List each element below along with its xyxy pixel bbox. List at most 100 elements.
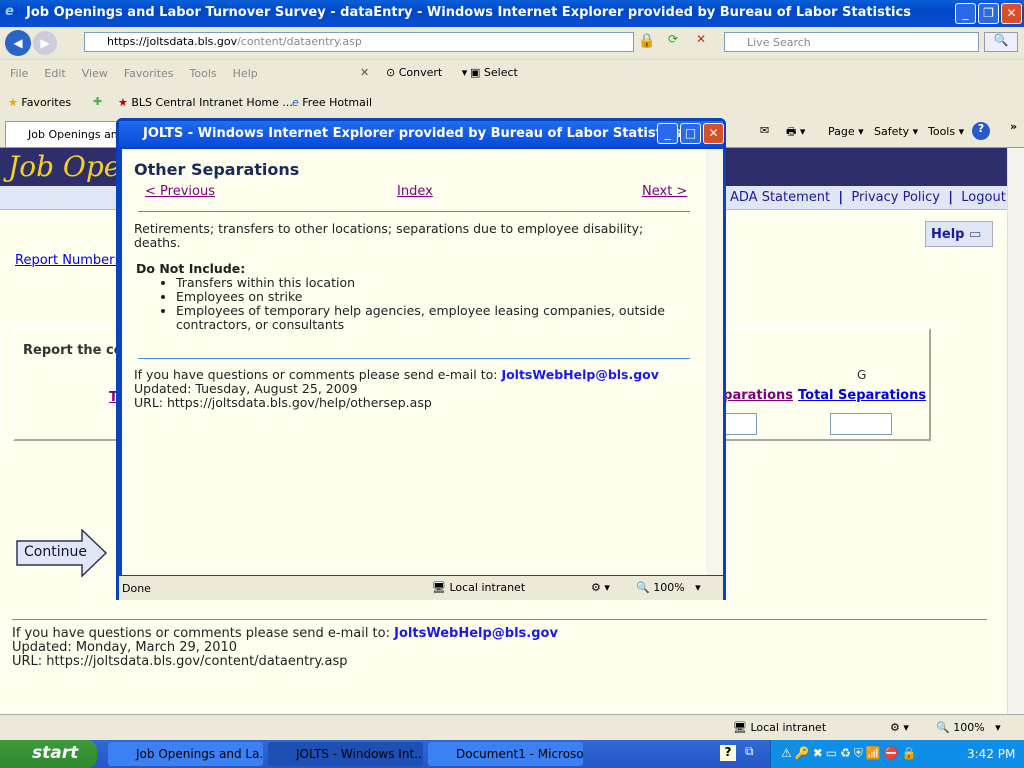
ie-icon: e	[5, 4, 14, 19]
favorite-label: Free Hotmail	[302, 96, 373, 109]
tray-icons[interactable]: ⚠🔑✖▭♻⛨📶⛔🔒	[781, 746, 920, 761]
nav-logout[interactable]: Logout	[961, 190, 1006, 205]
zoom-control[interactable]: 🔍 100% ▾	[936, 721, 1001, 734]
start-label: start	[32, 743, 79, 763]
page-footer: If you have questions or comments please…	[12, 627, 558, 669]
popup-close-button[interactable]: ✕	[703, 123, 724, 144]
page-menu[interactable]: Page ▾	[828, 125, 864, 138]
report-heading: Report the co	[23, 343, 123, 358]
print-button[interactable]: 🖶 ▾	[786, 123, 805, 142]
taskbar-item-job-openings[interactable]: Job Openings and La...	[108, 742, 263, 766]
menu-favorites[interactable]: Favorites	[124, 67, 174, 80]
footer-email-link[interactable]: JoltsWebHelp@bls.gov	[394, 626, 558, 641]
popup-email-link[interactable]: JoltsWebHelp@bls.gov	[501, 367, 658, 382]
popup-protected-mode-icon[interactable]: ⚙ ▾	[591, 581, 610, 594]
chevron-more-icon[interactable]: »	[1010, 120, 1017, 133]
popup-scrollbar[interactable]	[706, 149, 723, 575]
popup-minimize-button[interactable]: _	[657, 123, 678, 144]
select-label: Select	[483, 66, 518, 79]
search-button[interactable]: 🔍	[984, 32, 1018, 52]
select-button[interactable]: ▣ Select	[470, 66, 534, 79]
star-icon: ★	[8, 96, 18, 109]
favorites-bar: ★ Favorites ✚ ★ BLS Central Intranet Hom…	[0, 88, 1024, 118]
previous-link[interactable]: < Previous	[145, 184, 215, 199]
popup-zone-indicator: 🖥 Local intranet	[432, 581, 526, 594]
menu-help[interactable]: Help	[233, 67, 258, 80]
report-number-link[interactable]: Report Number:	[15, 253, 119, 268]
clock: 3:42 PM	[967, 747, 1016, 761]
help-tray-icon[interactable]: ?	[720, 745, 736, 761]
forward-button[interactable]: ▶	[33, 31, 57, 55]
favorites-label: Favorites	[21, 96, 72, 109]
menu-file[interactable]: File	[10, 67, 28, 80]
popup-footer-url: URL: https://joltsdata.bls.gov/help/othe…	[134, 395, 432, 410]
minimize-button[interactable]: _	[955, 3, 976, 24]
popup-title: JOLTS - Windows Internet Explorer provid…	[143, 126, 682, 141]
next-link[interactable]: Next >	[642, 184, 687, 199]
divider	[12, 619, 987, 620]
nav-ada-statement[interactable]: ADA Statement	[730, 190, 830, 205]
popup-window: JOLTS - Windows Internet Explorer provid…	[116, 118, 726, 600]
footer-updated: Updated: Monday, March 29, 2010	[12, 640, 238, 655]
safety-menu[interactable]: Safety ▾	[874, 125, 918, 138]
taskbar-item-document1[interactable]: Document1 - Microsof...	[428, 742, 583, 766]
total-separations-link[interactable]: Total Separations	[798, 388, 926, 403]
task-label: Job Openings and La...	[136, 747, 263, 761]
popup-footer: If you have questions or comments please…	[134, 368, 659, 410]
zoom-label: 100%	[953, 721, 985, 734]
nav-privacy-policy[interactable]: Privacy Policy	[851, 190, 940, 205]
start-button[interactable]: start	[0, 740, 97, 768]
system-tray: ⚠🔑✖▭♻⛨📶⛔🔒 3:42 PM	[770, 740, 1024, 768]
convert-button[interactable]: ⊙ Convert ▾	[386, 66, 467, 79]
popup-maximize-button[interactable]: □	[680, 123, 701, 144]
popup-footer-question: If you have questions or comments please…	[134, 367, 498, 382]
popup-heading: Other Separations	[134, 160, 300, 179]
menu-view[interactable]: View	[82, 67, 108, 80]
favorite-link-bls[interactable]: ★ BLS Central Intranet Home ...	[118, 96, 293, 109]
menu-edit[interactable]: Edit	[44, 67, 65, 80]
maximize-button[interactable]: ❐	[978, 3, 999, 24]
task-label: Document1 - Microsof...	[456, 747, 583, 761]
menu-bar: File Edit View Favorites Tools Help ✕ ⊙ Conve…	[0, 59, 1024, 87]
continue-button[interactable]: Continue	[16, 528, 108, 578]
task-label: JOLTS - Windows Int...	[296, 747, 423, 761]
favorite-link-hotmail[interactable]: e Free Hotmail	[292, 96, 372, 109]
stop-button[interactable]: ✕	[696, 32, 716, 52]
status-bar: 🖥 Local intranet ⚙ ▾ 🔍 100% ▾	[0, 714, 1024, 740]
index-link[interactable]: Index	[397, 184, 433, 199]
popup-status-bar: Done 🖥 Local intranet ⚙ ▾ 🔍 100% ▾	[119, 576, 723, 600]
help-button[interactable]: Help ▭	[925, 221, 993, 247]
definition-text: Retirements; transfers to other location…	[134, 221, 644, 250]
popup-zoom-label: 100%	[653, 581, 685, 594]
window-title-bar: e Job Openings and Labor Turnover Survey…	[0, 0, 1024, 27]
tools-menu-label: Tools	[928, 125, 956, 138]
protected-mode-icon[interactable]: ⚙ ▾	[890, 721, 909, 734]
exclude-label: Do Not Include:	[136, 261, 246, 276]
favorites-button[interactable]: ★ Favorites	[8, 96, 71, 109]
menu-tools[interactable]: Tools	[190, 67, 217, 80]
footer-url: URL: https://joltsdata.bls.gov/content/d…	[12, 654, 348, 669]
add-favorite-icon[interactable]: ✚	[93, 95, 102, 108]
page-menu-label: Page	[828, 125, 855, 138]
close-button[interactable]: ✕	[1001, 3, 1022, 24]
popup-zoom-control[interactable]: 🔍 100% ▾	[636, 581, 701, 594]
help-icon[interactable]: ?	[972, 122, 990, 140]
page-scrollbar[interactable]	[1007, 148, 1024, 714]
tools-menu[interactable]: Tools ▾	[928, 125, 964, 138]
show-windows-icon[interactable]: ⧉	[745, 744, 754, 759]
taskbar-item-jolts[interactable]: JOLTS - Windows Int...	[268, 742, 423, 766]
refresh-button[interactable]: ⟳	[668, 32, 688, 52]
total-separations-input[interactable]	[830, 413, 892, 435]
popup-title-bar: JOLTS - Windows Internet Explorer provid…	[119, 121, 723, 147]
url-path: /content/dataentry.asp	[237, 35, 362, 48]
tab-job-openings[interactable]: Job Openings and ...	[5, 121, 120, 147]
search-input[interactable]: Live Search	[724, 32, 979, 52]
list-item: Transfers within this location	[176, 276, 676, 290]
close-toolbar-icon[interactable]: ✕	[360, 66, 369, 79]
popup-status-done: Done	[122, 582, 151, 595]
address-input[interactable]: https://joltsdata.bls.gov/content/dataen…	[84, 32, 634, 52]
back-button[interactable]: ◀	[5, 30, 31, 56]
list-item: Employees on strike	[176, 290, 676, 304]
help-label: Help	[931, 227, 965, 242]
read-mail-icon[interactable]: ✉	[760, 124, 769, 137]
